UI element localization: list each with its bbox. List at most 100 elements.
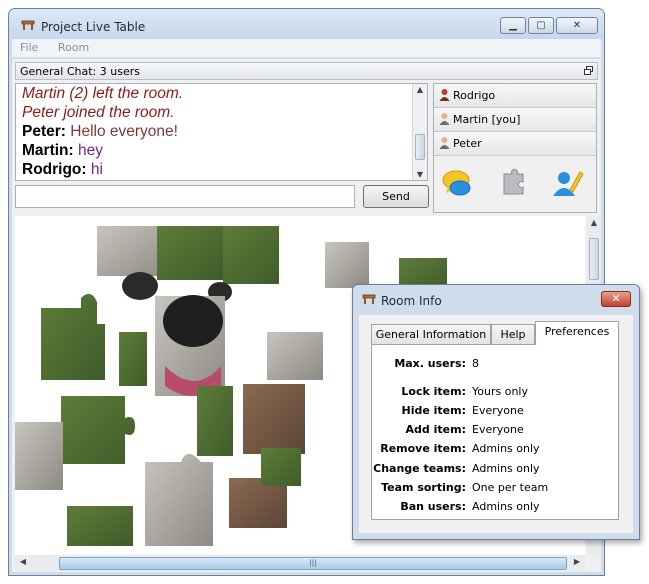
preference-value: Everyone — [472, 423, 524, 436]
preference-row: Add item: Everyone — [372, 423, 618, 441]
restore-icon[interactable] — [584, 66, 593, 75]
preference-row: Remove item: Admins only — [372, 442, 618, 460]
room-info-dialog: Room Info ✕ General Information Help Pre… — [352, 284, 640, 540]
chat-system-line: Peter joined the room. — [22, 104, 175, 121]
scroll-right-icon[interactable]: ▶ — [571, 557, 583, 566]
close-button[interactable]: ✕ — [556, 17, 598, 34]
dialog-body: General Information Help Preferences Max… — [359, 315, 633, 533]
user-name: Peter — [453, 137, 482, 150]
chat-header: General Chat: 3 users — [15, 62, 598, 80]
scroll-left-icon[interactable]: ◀ — [17, 557, 29, 566]
preference-value: One per team — [472, 481, 549, 494]
user-list-item[interactable]: Peter — [434, 132, 596, 156]
user-list-item[interactable]: Martin [you] — [434, 108, 596, 132]
dialog-close-button[interactable]: ✕ — [601, 291, 631, 307]
preference-label: Lock item: — [401, 385, 466, 398]
close-icon: ✕ — [572, 20, 582, 31]
puzzle-piece[interactable] — [157, 226, 223, 280]
user-red-icon — [439, 89, 450, 101]
maximize-button[interactable]: ▢ — [528, 17, 554, 34]
user-name: Martin [you] — [453, 113, 521, 126]
menu-room[interactable]: Room — [50, 39, 97, 54]
preference-value: Everyone — [472, 404, 524, 417]
chat-message-text: hey — [77, 142, 103, 159]
table-horizontal-scrollbar[interactable]: ◀ ||| ▶ — [15, 555, 585, 571]
user-icon — [439, 113, 450, 125]
chat-username: Peter: — [22, 123, 66, 140]
chat-message-line: Martin: hey — [22, 141, 183, 160]
chat-username: Rodrigo: — [22, 161, 87, 178]
puzzle-piece[interactable] — [41, 293, 105, 380]
user-list: Rodrigo Martin [you] Peter — [433, 83, 597, 213]
preference-value: Admins only — [472, 442, 540, 455]
puzzle-piece[interactable] — [119, 332, 147, 386]
table-vscroll-thumb[interactable] — [589, 238, 599, 280]
scroll-up-icon[interactable]: ▲ — [413, 85, 427, 94]
tab-help[interactable]: Help — [491, 324, 535, 344]
chat-username: Martin: — [22, 142, 74, 159]
preference-value: Admins only — [472, 462, 540, 475]
puzzle-piece[interactable] — [67, 506, 133, 546]
menu-bar: File Room — [12, 39, 601, 57]
chat-header-label: General Chat: 3 users — [20, 65, 140, 78]
chat-message-text: Hello everyone! — [70, 123, 178, 140]
tab-general-information[interactable]: General Information — [371, 324, 491, 344]
user-list-item[interactable]: Rodrigo — [434, 84, 596, 108]
preference-row: Hide item: Everyone — [372, 404, 618, 422]
preference-value: 8 — [472, 357, 479, 370]
window-title: Project Live Table — [41, 20, 146, 34]
preference-row: Team sorting: One per team — [372, 481, 618, 499]
puzzle-icon[interactable] — [496, 168, 530, 198]
preference-row: Change teams: Admins only — [372, 462, 618, 480]
chat-scrollbar[interactable]: ▲ ▼ — [412, 84, 427, 180]
puzzle-piece[interactable] — [243, 384, 305, 454]
title-bar[interactable]: Project Live Table ▁ ▢ ✕ — [9, 9, 604, 39]
user-name: Rodrigo — [453, 89, 496, 102]
user-icon — [439, 137, 450, 149]
edit-user-icon[interactable] — [550, 168, 584, 198]
preference-value: Yours only — [472, 385, 528, 398]
preference-row: Ban users: Admins only — [372, 500, 618, 518]
chat-bubble-icon[interactable] — [440, 168, 474, 198]
puzzle-piece[interactable] — [197, 386, 233, 456]
table-hscroll-thumb[interactable]: ||| — [59, 557, 567, 570]
puzzle-piece[interactable] — [325, 242, 369, 288]
menu-file[interactable]: File — [12, 39, 46, 54]
chat-system-line: Martin (2) left the room. — [22, 85, 184, 102]
chat-message-line: Rodrigo: hi — [22, 160, 183, 179]
preference-label: Team sorting: — [381, 481, 466, 494]
puzzle-piece[interactable] — [145, 454, 213, 546]
puzzle-piece[interactable] — [15, 422, 63, 490]
preference-label: Remove item: — [380, 442, 466, 455]
chat-scroll-thumb[interactable] — [415, 134, 425, 160]
table-icon — [21, 20, 35, 30]
dialog-title: Room Info — [381, 294, 442, 308]
chat-message-line: Peter: Hello everyone! — [22, 122, 183, 141]
close-icon: ✕ — [611, 292, 621, 305]
chat-log[interactable]: Martin (2) left the room. Peter joined t… — [15, 83, 428, 181]
preference-label: Hide item: — [401, 404, 467, 417]
minimize-button[interactable]: ▁ — [500, 17, 526, 34]
preference-label: Add item: — [405, 423, 466, 436]
preference-row: Lock item: Yours only — [372, 385, 618, 403]
chat-message-text: hi — [90, 161, 103, 178]
minimize-icon: ▁ — [509, 20, 517, 31]
scroll-up-icon[interactable]: ▲ — [587, 218, 601, 227]
preference-label: Change teams: — [373, 462, 466, 475]
preference-value: Admins only — [472, 500, 540, 513]
puzzle-piece[interactable] — [261, 448, 301, 486]
user-actions — [434, 160, 596, 210]
preference-label: Max. users: — [394, 357, 466, 370]
preference-row: Max. users: 8 — [372, 357, 618, 375]
puzzle-piece[interactable] — [61, 396, 135, 464]
scroll-down-icon[interactable]: ▼ — [413, 170, 427, 179]
puzzle-piece[interactable] — [223, 226, 279, 284]
maximize-icon: ▢ — [536, 20, 546, 31]
preferences-panel: Max. users: 8 Lock item: Yours only Hide i… — [371, 344, 619, 520]
send-button[interactable]: Send — [363, 185, 429, 208]
preference-label: Ban users: — [400, 500, 466, 513]
table-icon — [362, 294, 376, 304]
puzzle-piece[interactable] — [267, 332, 323, 380]
chat-input[interactable] — [15, 185, 355, 208]
tab-preferences[interactable]: Preferences — [535, 321, 619, 345]
